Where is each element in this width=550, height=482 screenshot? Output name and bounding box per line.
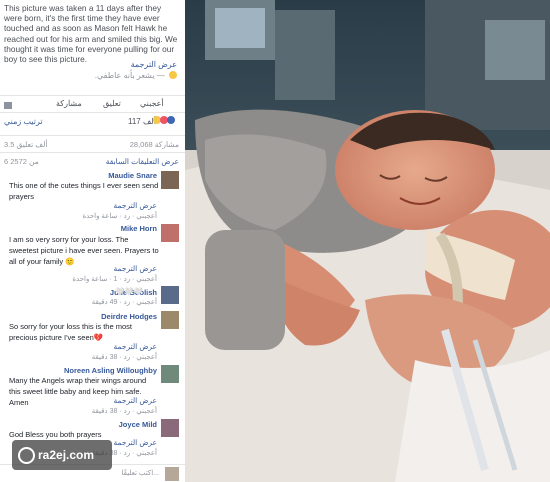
watermark-text: ra2ej.com (38, 448, 95, 462)
comments-count-pager: 6 من 2572 (4, 157, 39, 166)
comment-author[interactable]: Joyce Mild (119, 420, 157, 429)
comment-text: 🤍🤍🤍 (115, 287, 144, 296)
shares-count[interactable]: 28,068 مشاركة (130, 140, 179, 149)
comment-author[interactable]: Deirdre Hodges (101, 312, 157, 321)
comment-button[interactable]: تعليق (103, 99, 121, 108)
avatar[interactable] (161, 286, 179, 304)
avatar[interactable] (161, 365, 179, 383)
avatar[interactable] (161, 224, 179, 242)
avatar[interactable] (161, 171, 179, 189)
share-label[interactable]: مشاركة (56, 99, 82, 108)
avatar[interactable] (161, 419, 179, 437)
comment-author[interactable]: Noreen Asling Willoughby (64, 366, 157, 375)
comment-translate-link[interactable]: عرض الترجمة (113, 201, 157, 210)
view-previous-comments-link[interactable]: عرض التعليقات السابقة (106, 157, 179, 166)
avatar (165, 467, 179, 481)
comment-translate-link[interactable]: عرض الترجمة (113, 342, 157, 351)
comment-meta[interactable]: أعجبني · رد · 1 · ساعة واحدة (72, 275, 157, 283)
see-translation-link[interactable]: عرض الترجمة (131, 60, 177, 69)
sort-dropdown[interactable]: ترتيب زمني (4, 117, 43, 126)
comment-translate-link[interactable]: عرض الترجمة (113, 396, 157, 405)
comment-text: I am so very sorry for your loss. The sw… (9, 235, 159, 266)
comment-text: This one of the cutes things I ever seen… (9, 181, 159, 201)
babies-photo-illustration (185, 0, 550, 482)
post-actions-bar: مشاركة تعليق أعجبني (0, 95, 185, 113)
reactions-count[interactable]: 117 ألف (128, 117, 156, 126)
comment-author[interactable]: Mike Horn (121, 224, 157, 233)
comment-meta[interactable]: أعجبني · رد · 38 دقيقة (92, 407, 157, 415)
comment-placeholder: اكتب تعليقًا... (121, 470, 159, 477)
like-button[interactable]: أعجبني (140, 99, 164, 108)
post-caption: This picture was taken a 11 days after t… (4, 3, 178, 65)
feeling-line: — يشعر بأنه عاطفي. (95, 71, 177, 80)
reactions-bar: ترتيب زمني 117 ألف (0, 113, 185, 131)
post-panel: This picture was taken a 11 days after t… (0, 0, 185, 482)
comment-meta[interactable]: أعجبني · رد · 38 دقيقة (92, 353, 157, 361)
avatar[interactable] (161, 311, 179, 329)
comment-translate-link[interactable]: عرض الترجمة (113, 264, 157, 273)
stats-bar: 3.5 ألف تعليق 28,068 مشاركة (0, 135, 185, 153)
comment-meta[interactable]: أعجبني · رد · ساعة واحدة (82, 212, 157, 220)
comment-translate-link[interactable]: عرض الترجمة (113, 438, 157, 447)
comment-meta[interactable]: أعجبني · رد · 49 دقيقة (92, 298, 157, 306)
emotional-face-icon (169, 71, 177, 79)
comment-author[interactable]: Maudie Snare (108, 171, 157, 180)
share-icon (4, 102, 12, 109)
like-reaction-icon (167, 116, 175, 124)
post-photo[interactable] (185, 0, 550, 482)
watermark-logo-icon (18, 447, 35, 464)
comments-count[interactable]: 3.5 ألف تعليق (4, 140, 47, 149)
comment-text: So sorry for your loss this is the most … (9, 322, 132, 342)
feeling-text: — يشعر بأنه عاطفي. (94, 71, 165, 80)
watermark: ra2ej.com (12, 440, 112, 470)
